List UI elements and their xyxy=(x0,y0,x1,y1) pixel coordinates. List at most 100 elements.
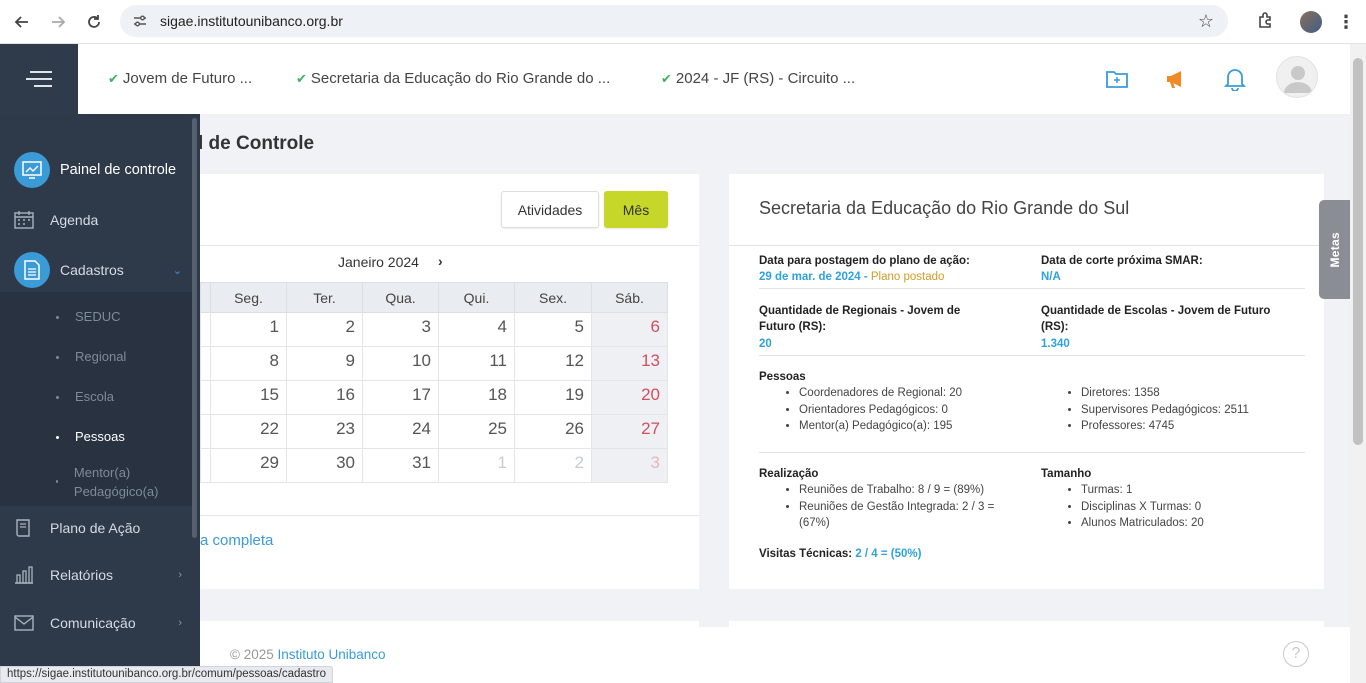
url-text: sigae.institutounibanco.org.br xyxy=(160,13,343,29)
calendar-day-cell[interactable]: 19 xyxy=(514,380,592,415)
calendar-grid: Seg. Ter. Qua. Qui. Sex. Sáb. 1 2 3 4 5 … xyxy=(200,282,668,483)
bell-icon[interactable] xyxy=(1222,66,1248,92)
weekday-header: Sex. xyxy=(514,282,592,313)
breadcrumb-secretaria[interactable]: ✔ Secretaria da Educação do Rio Grande d… xyxy=(296,70,610,87)
submenu-item-mentor[interactable]: Mentor(a) Pedagógico(a) xyxy=(56,463,166,501)
calendar-day-cell[interactable]: 12 xyxy=(514,346,592,381)
calendar-day-cell[interactable]: 8 xyxy=(210,346,287,381)
calendar-day-cell[interactable]: 24 xyxy=(362,414,439,449)
mes-button[interactable]: Mês xyxy=(604,191,668,228)
browser-menu-icon[interactable]: ⋮ xyxy=(1336,12,1356,33)
next-month-icon[interactable]: › xyxy=(438,253,443,269)
site-settings-icon[interactable] xyxy=(132,13,148,29)
calendar-day-cell[interactable]: 30 xyxy=(286,448,363,483)
sidebar-item-painel[interactable]: Painel de controle xyxy=(0,152,192,188)
calendar-day-cell[interactable]: 20 xyxy=(591,380,668,415)
instituto-unibanco-link[interactable]: Instituto Unibanco xyxy=(278,647,386,662)
book-icon xyxy=(14,518,34,538)
calendar-card: Atividades Mês Janeiro 2024 › Seg. Ter. … xyxy=(200,174,699,589)
full-agenda-link[interactable]: a completa xyxy=(200,532,273,549)
submenu-label: Escola xyxy=(75,389,115,404)
calendar-day-cell[interactable] xyxy=(200,346,211,381)
qtd-regionais-label: Quantidade de Regionais - Jovem de Futur… xyxy=(759,305,961,333)
submenu-item-escola[interactable]: Escola xyxy=(56,389,114,404)
calendar-icon xyxy=(14,210,34,230)
back-button[interactable] xyxy=(4,4,40,40)
sidebar-item-plano[interactable]: Plano de Ação xyxy=(0,518,192,538)
forward-button[interactable] xyxy=(40,4,76,40)
calendar-day-cell[interactable]: 2 xyxy=(514,448,592,483)
bookmark-star-icon[interactable]: ☆ xyxy=(1198,11,1214,32)
atividades-button[interactable]: Atividades xyxy=(501,191,599,228)
bullet-dot xyxy=(56,436,59,439)
calendar-day-cell[interactable]: 1 xyxy=(210,312,287,347)
calendar-day-cell[interactable]: 27 xyxy=(591,414,668,449)
calendar-day-cell[interactable]: 3 xyxy=(591,448,668,483)
calendar-day-cell[interactable] xyxy=(200,312,211,347)
calendar-day-cell[interactable]: 17 xyxy=(362,380,439,415)
sidebar-item-label: Painel de controle xyxy=(60,162,177,178)
calendar-day-cell[interactable] xyxy=(200,380,211,415)
qtd-escolas-label: Quantidade de Escolas - Jovem de Futuro … xyxy=(1041,305,1271,333)
page-scrollbar[interactable] xyxy=(1350,44,1366,683)
sidebar-item-relatorios[interactable]: Relatórios › xyxy=(0,565,192,585)
data-corte-value: N/A xyxy=(1041,271,1061,283)
browser-toolbar: sigae.institutounibanco.org.br ☆ ⋮ xyxy=(0,0,1366,44)
calendar-day-cell[interactable]: 5 xyxy=(514,312,592,347)
address-bar[interactable]: sigae.institutounibanco.org.br ☆ xyxy=(120,5,1228,37)
calendar-day-cell[interactable] xyxy=(200,414,211,449)
back-arrow-icon xyxy=(14,15,28,28)
breadcrumb-program[interactable]: ✔ Jovem de Futuro ... xyxy=(108,70,252,87)
calendar-day-cell[interactable]: 22 xyxy=(210,414,287,449)
sidebar-item-comunicacao[interactable]: Comunicação › xyxy=(0,613,192,633)
breadcrumb-circuito[interactable]: ✔ 2024 - JF (RS) - Circuito ... xyxy=(661,70,855,87)
weekday-header: Sáb. xyxy=(591,282,668,313)
reload-button[interactable] xyxy=(76,4,112,40)
calendar-day-cell[interactable]: 6 xyxy=(591,312,668,347)
submenu-item-seduc[interactable]: SEDUC xyxy=(56,309,121,324)
menu-toggle[interactable] xyxy=(0,44,78,114)
calendar-day-cell[interactable]: 9 xyxy=(286,346,363,381)
status-bar-url: https://sigae.institutounibanco.org.br/c… xyxy=(0,666,333,683)
calendar-day-cell[interactable]: 2 xyxy=(286,312,363,347)
submenu-label: Mentor(a) Pedagógico(a) xyxy=(73,465,159,499)
page-footer: © 2025 Instituto Unibanco ? xyxy=(200,627,1350,683)
megaphone-icon[interactable] xyxy=(1163,66,1189,92)
sidebar-item-cadastros[interactable]: Cadastros ⌄ xyxy=(0,252,192,288)
calendar-day-cell[interactable]: 11 xyxy=(438,346,515,381)
divider xyxy=(759,355,1305,356)
page-scrollbar-thumb[interactable] xyxy=(1353,58,1363,445)
calendar-day-cell[interactable]: 1 xyxy=(438,448,515,483)
user-avatar[interactable] xyxy=(1276,56,1318,98)
profile-avatar[interactable] xyxy=(1300,11,1322,33)
calendar-day-cell[interactable]: 23 xyxy=(286,414,363,449)
page-title: l de Controle xyxy=(198,133,315,154)
calendar-day-cell[interactable]: 31 xyxy=(362,448,439,483)
tamanho-label: Tamanho xyxy=(1041,468,1092,480)
calendar-day-cell[interactable] xyxy=(200,448,211,483)
calendar-day-cell[interactable]: 26 xyxy=(514,414,592,449)
metas-side-tab[interactable]: Metas xyxy=(1319,200,1350,299)
calendar-day-cell[interactable]: 25 xyxy=(438,414,515,449)
calendar-day-cell[interactable]: 13 xyxy=(591,346,668,381)
folder-icon[interactable] xyxy=(1104,66,1130,92)
visitas-label: Visitas Técnicas: xyxy=(759,548,853,560)
submenu-item-regional[interactable]: Regional xyxy=(56,349,126,364)
calendar-day-cell[interactable]: 15 xyxy=(210,380,287,415)
weekday-header xyxy=(200,282,211,313)
list-item: Orientadores Pedagógicos: 0 xyxy=(799,402,1019,419)
help-icon[interactable]: ? xyxy=(1283,641,1309,667)
calendar-day-cell[interactable]: 4 xyxy=(438,312,515,347)
calendar-month-label: Janeiro 2024 xyxy=(338,254,419,270)
sidebar-scrollbar[interactable] xyxy=(192,118,197,538)
calendar-day-cell[interactable]: 3 xyxy=(362,312,439,347)
list-item: Reuniões de Trabalho: 8 / 9 = (89%) xyxy=(799,482,1009,499)
calendar-toolbar: Atividades Mês xyxy=(200,174,699,246)
calendar-day-cell[interactable]: 10 xyxy=(362,346,439,381)
sidebar-item-agenda[interactable]: Agenda xyxy=(0,210,192,230)
extensions-icon[interactable] xyxy=(1248,11,1284,34)
submenu-item-pessoas[interactable]: Pessoas xyxy=(56,429,125,444)
calendar-day-cell[interactable]: 16 xyxy=(286,380,363,415)
calendar-day-cell[interactable]: 29 xyxy=(210,448,287,483)
calendar-day-cell[interactable]: 18 xyxy=(438,380,515,415)
